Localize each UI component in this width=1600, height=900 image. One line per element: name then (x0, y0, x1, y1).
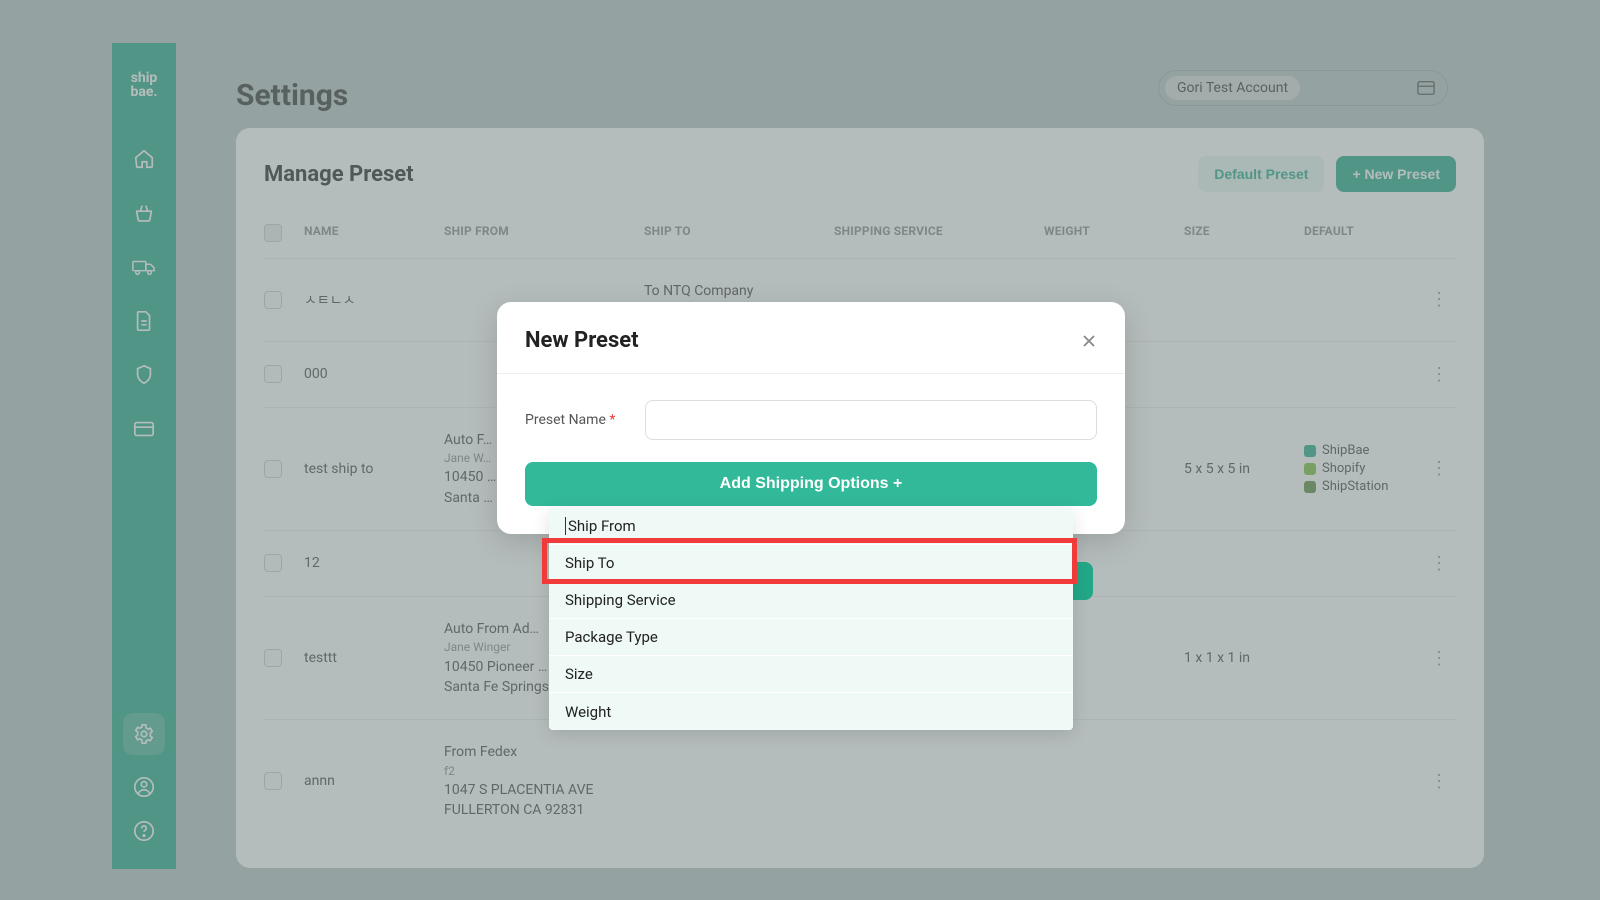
shipping-options-dropdown: Ship From Ship To Shipping Service Packa… (549, 508, 1073, 730)
dropdown-item-shipping-service[interactable]: Shipping Service (549, 582, 1073, 619)
preset-name-field: Preset Name * (525, 400, 1097, 440)
preset-name-label: Preset Name * (525, 412, 625, 428)
dropdown-item-size[interactable]: Size (549, 656, 1073, 693)
dropdown-item-ship-to[interactable]: Ship To (549, 545, 1073, 582)
modal-header: New Preset (497, 302, 1125, 374)
dropdown-item-weight[interactable]: Weight (549, 693, 1073, 730)
preset-name-input[interactable] (645, 400, 1097, 440)
dropdown-item-package-type[interactable]: Package Type (549, 619, 1073, 656)
close-icon[interactable] (1081, 333, 1097, 349)
add-shipping-options-button[interactable]: Add Shipping Options + (525, 462, 1097, 506)
dropdown-item-ship-from[interactable]: Ship From (549, 508, 1073, 545)
modal-title: New Preset (525, 328, 639, 353)
new-preset-modal: New Preset Preset Name * Add Shipping Op… (497, 302, 1125, 534)
modal-body: Preset Name * Add Shipping Options + (497, 374, 1125, 506)
